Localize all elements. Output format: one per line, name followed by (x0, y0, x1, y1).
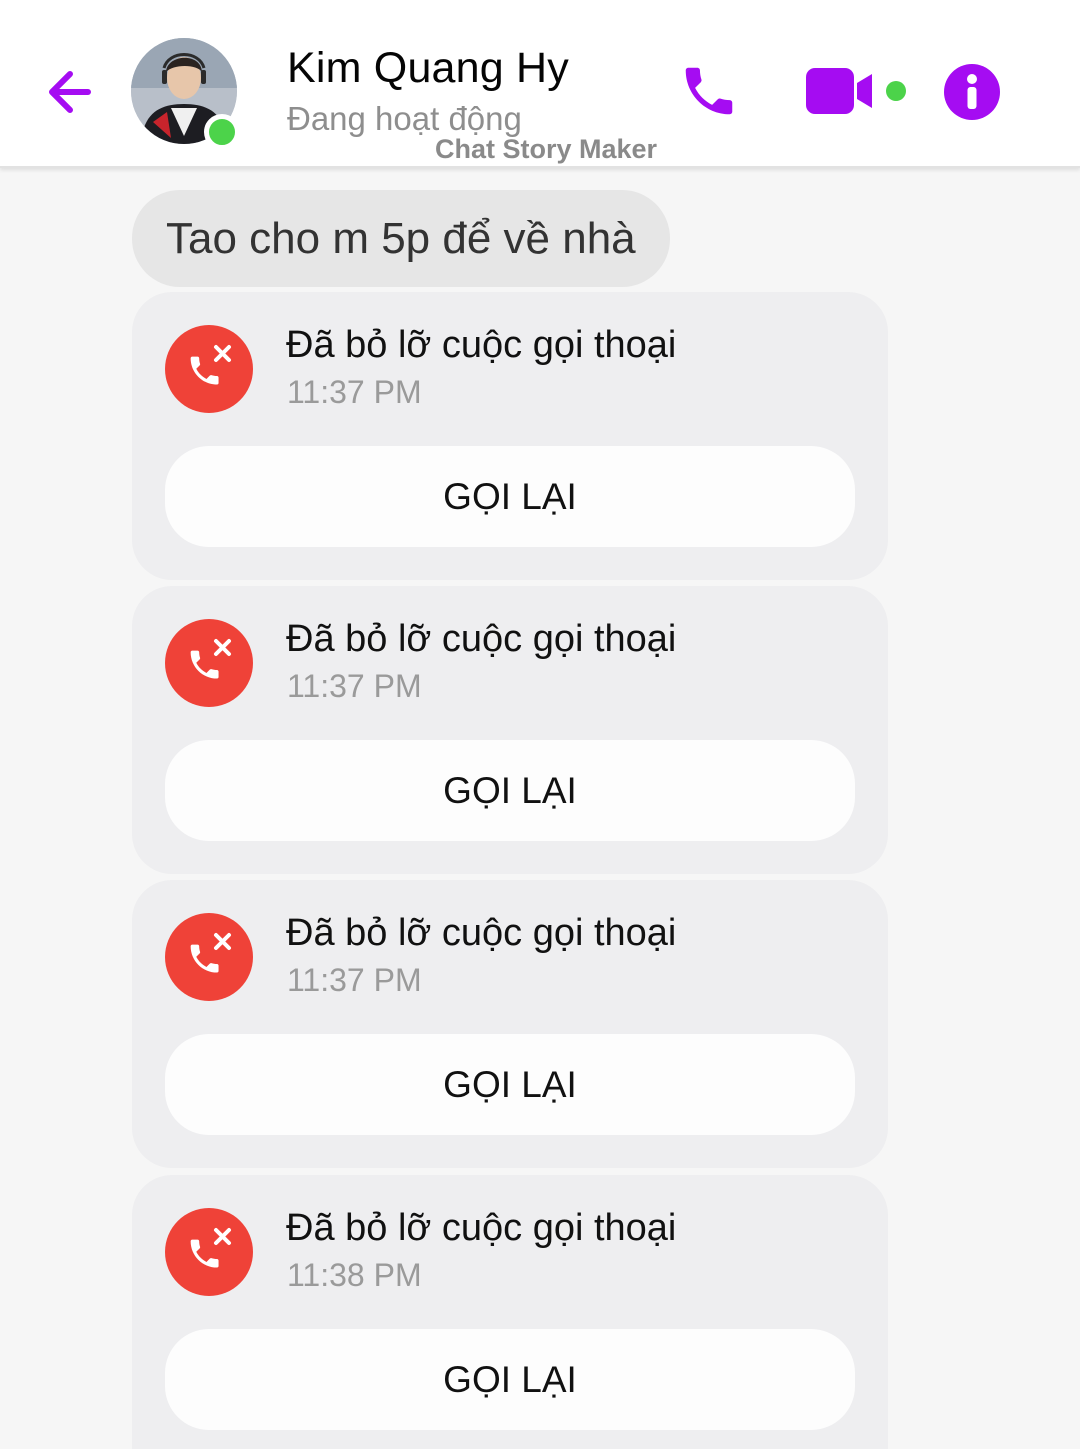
call-back-button[interactable]: GỌI LẠI (165, 1329, 855, 1430)
call-back-button[interactable]: GỌI LẠI (165, 1034, 855, 1135)
chat-header: Kim Quang Hy Đang hoạt động Chat Story M… (0, 0, 1080, 168)
missed-call-title: Đã bỏ lỡ cuộc gọi thoại (286, 912, 677, 954)
message-bubble[interactable]: Tao cho m 5p để về nhà (132, 190, 670, 287)
missed-call-title: Đã bỏ lỡ cuộc gọi thoại (286, 324, 677, 366)
missed-call-time: 11:37 PM (287, 374, 422, 410)
missed-call-icon (165, 1208, 253, 1296)
missed-call-card: Đã bỏ lỡ cuộc gọi thoại 11:38 PM GỌI LẠI (132, 1175, 888, 1449)
online-status-dot (204, 114, 240, 150)
video-camera-icon[interactable] (804, 66, 912, 118)
missed-call-time: 11:38 PM (287, 1257, 422, 1293)
missed-call-icon (165, 325, 253, 413)
phone-icon[interactable] (676, 60, 742, 122)
missed-call-title: Đã bỏ lỡ cuộc gọi thoại (286, 1207, 677, 1249)
watermark: Chat Story Maker (435, 134, 658, 164)
missed-call-card: Đã bỏ lỡ cuộc gọi thoại 11:37 PM GỌI LẠI (132, 292, 888, 580)
missed-call-title: Đã bỏ lỡ cuộc gọi thoại (286, 618, 677, 660)
missed-call-icon (165, 913, 253, 1001)
missed-call-card: Đã bỏ lỡ cuộc gọi thoại 11:37 PM GỌI LẠI (132, 880, 888, 1168)
missed-call-card: Đã bỏ lỡ cuộc gọi thoại 11:37 PM GỌI LẠI (132, 586, 888, 874)
call-back-button[interactable]: GỌI LẠI (165, 446, 855, 547)
info-icon[interactable] (942, 62, 1002, 122)
contact-name: Kim Quang Hy (287, 44, 570, 92)
arrow-left-icon[interactable] (40, 62, 100, 122)
missed-call-time: 11:37 PM (287, 962, 422, 998)
active-status: Đang hoạt động (287, 100, 522, 137)
missed-call-time: 11:37 PM (287, 668, 422, 704)
missed-call-icon (165, 619, 253, 707)
call-back-button[interactable]: GỌI LẠI (165, 740, 855, 841)
